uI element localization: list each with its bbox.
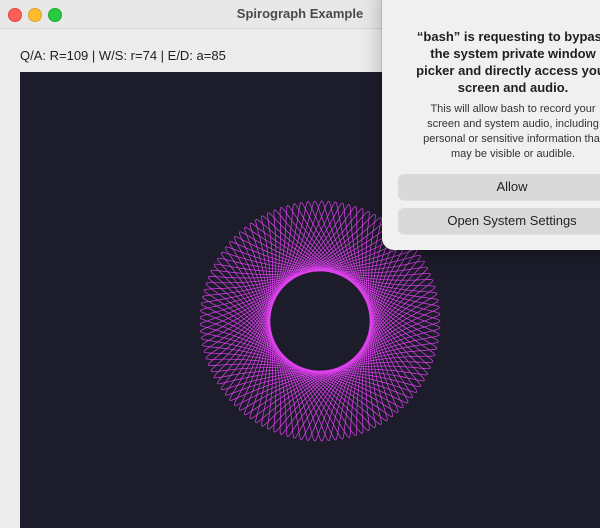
app-icon <box>502 0 548 4</box>
parameter-status: Q/A: R=109 | W/S: r=74 | E/D: a=85 <box>20 48 226 63</box>
open-system-settings-button[interactable]: Open System Settings <box>398 208 600 234</box>
screen-recording-permission-dialog: “bash” is requesting to bypass the syste… <box>382 0 600 250</box>
dialog-message: This will allow bash to record your scre… <box>423 103 600 160</box>
app-window: Spirograph Example Q/A: R=109 | W/S: r=7… <box>0 0 600 528</box>
allow-button[interactable]: Allow <box>398 174 600 200</box>
dialog-title: “bash” is requesting to bypass the syste… <box>416 29 600 95</box>
